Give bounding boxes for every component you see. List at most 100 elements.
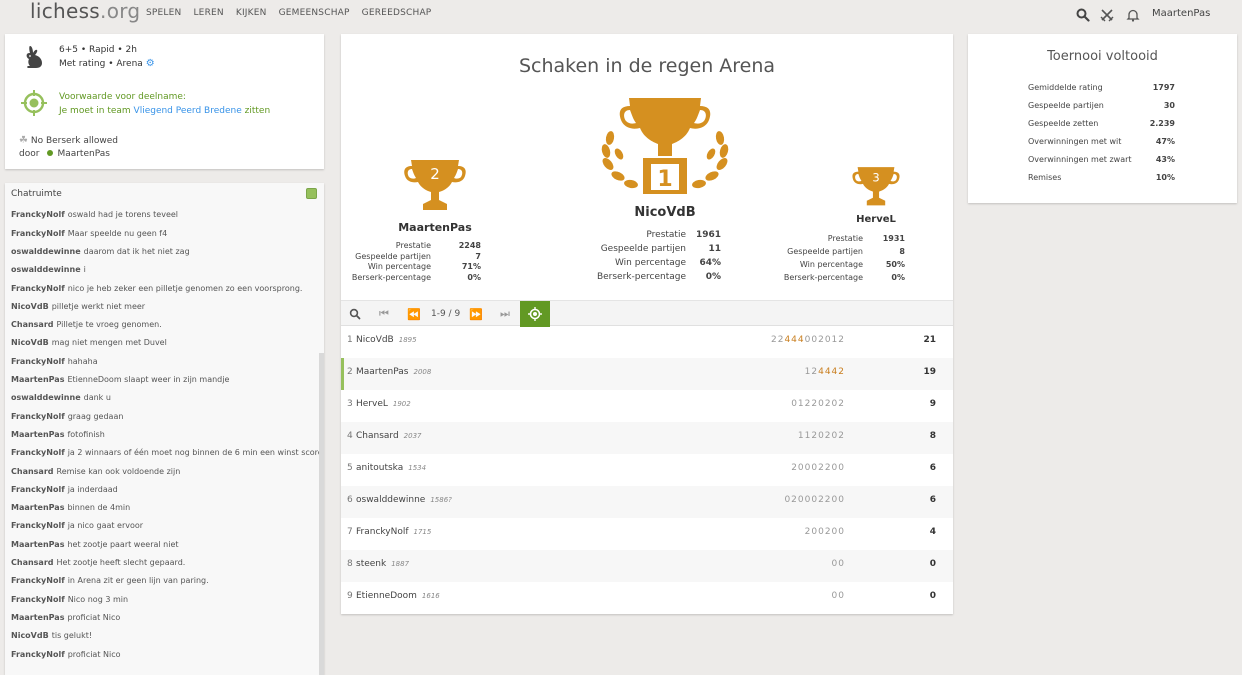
focus-me-button[interactable] [520,301,550,327]
chat-message-text: hahaha [67,356,98,366]
chat-message-user[interactable]: oswalddewinne [11,247,81,256]
nav-item-gereedschap[interactable]: GEREEDSCHAP [362,8,432,18]
row-player[interactable]: NicoVdB 1895 [356,335,417,345]
chat-message-user[interactable]: FranckyNolf [11,595,65,604]
chat-message-user[interactable]: FranckyNolf [11,229,65,238]
condition-text-prefix: Je moet in team [59,106,134,116]
table-row[interactable]: 1 NicoVdB 1895 22444002012 21 [341,326,953,358]
sheet-part: 020002200 [784,495,845,505]
nav-item-gemeenschap[interactable]: GEMEENSCHAP [279,8,350,18]
table-row[interactable]: 4 Chansard 2037 1120202 8 [341,422,953,454]
row-rank: 4 [347,431,353,441]
podium-3-name[interactable]: HerveL [826,214,926,225]
chat-message-user[interactable]: oswalddewinne [11,265,81,274]
first-page-icon[interactable]: ⏮ [373,301,395,327]
table-row[interactable]: 2 MaartenPas 2008 124442 19 [341,358,953,390]
last-page-icon[interactable]: ⏭ [494,301,516,327]
podium-1-name[interactable]: NicoVdB [605,205,725,220]
chat-message-user[interactable]: MaartenPas [11,613,64,622]
row-total-score: 21 [923,335,936,345]
swords-icon[interactable] [1100,8,1114,22]
chat-message: MaartenPas binnen de 4min [11,503,130,512]
chat-message-user[interactable]: FranckyNolf [11,448,65,457]
row-player[interactable]: FranckyNolf 1715 [356,527,431,537]
chat-message-user[interactable]: FranckyNolf [11,284,65,293]
podium-stat-label: Gespeelde partijen [787,247,863,256]
stats-title: Toernooi voltooid [1047,49,1158,64]
row-player[interactable]: oswalddewinne 1586? [356,495,452,505]
podium-stat-value: 64% [699,258,721,268]
chat-message-user[interactable]: oswalddewinne [11,393,81,402]
chat-message-user[interactable]: FranckyNolf [11,210,65,219]
row-player-name: MaartenPas [356,367,409,377]
row-player[interactable]: EtienneDoom 1616 [356,591,440,601]
pager-label: 1-9 / 9 [431,309,461,319]
table-row[interactable]: 8 steenk 1887 00 0 [341,550,953,582]
chat-message-text: fotofinish [67,429,105,439]
row-player[interactable]: steenk 1887 [356,559,409,569]
chat-message-user[interactable]: MaartenPas [11,430,64,439]
stats-label: Overwinningen met zwart [1028,155,1132,164]
search-icon[interactable] [1076,8,1090,22]
row-score-sheet: 00 [832,591,845,601]
chat-message-text: i [83,265,86,275]
chat-message-user[interactable]: Chansard [11,320,54,329]
row-player[interactable]: HerveL 1902 [356,399,411,409]
row-player-name: oswalddewinne [356,495,426,505]
row-player[interactable]: Chansard 2037 [356,431,422,441]
rabbit-icon [26,46,42,68]
row-player[interactable]: MaartenPas 2008 [356,367,431,377]
chat-message-user[interactable]: NicoVdB [11,338,49,347]
chat-message-user[interactable]: Chansard [11,558,54,567]
table-row[interactable]: 9 EtienneDoom 1616 00 0 [341,582,953,614]
table-row[interactable]: 5 anitoutska 1534 20002200 6 [341,454,953,486]
nav-item-leren[interactable]: LEREN [193,8,223,18]
chat-message-user[interactable]: MaartenPas [11,375,64,384]
chat-message-user[interactable]: MaartenPas [11,503,64,512]
row-player-rating: 2008 [413,368,432,376]
podium-2-name[interactable]: MaartenPas [385,221,485,234]
search-icon[interactable] [345,301,365,327]
chat-message-user[interactable]: NicoVdB [11,631,49,640]
chat-message-user[interactable]: FranckyNolf [11,485,65,494]
creator-user-link[interactable]: MaartenPas [57,149,110,159]
row-rank: 2 [347,367,353,377]
bell-icon[interactable] [1126,8,1140,22]
chat-message: MaartenPas proficiat Nico [11,613,120,622]
podium-stat-value: 7 [475,251,481,261]
nav-item-spelen[interactable]: SPELEN [146,8,181,18]
row-player-name: anitoutska [356,463,404,473]
chat-message-user[interactable]: FranckyNolf [11,412,65,421]
chat-message-user[interactable]: Chansard [11,467,54,476]
row-player[interactable]: anitoutska 1534 [356,463,426,473]
gear-icon[interactable]: ⚙ [146,58,155,69]
chat-messages[interactable]: oswalddewinnedat weren met zwart tegen j… [5,201,324,675]
chat-message-user[interactable]: NicoVdB [11,302,49,311]
table-row[interactable]: 6 oswalddewinne 1586? 020002200 6 [341,486,953,518]
chat-message-user[interactable]: FranckyNolf [11,357,65,366]
sheet-part: 002012 [804,335,845,345]
standings-toolbar: ⏮ ⏪ 1-9 / 9 ⏩ ⏭ [341,300,953,327]
stats-label: Overwinningen met wit [1028,137,1122,146]
main-nav: SPELEN LEREN KIJKEN GEMEENSCHAP GEREEDSC… [146,8,443,18]
tournament-clock-line: 6+5 • Rapid • 2h [59,45,137,55]
nav-item-kijken[interactable]: KIJKEN [236,8,267,18]
team-link[interactable]: Vliegend Peerd Bredene [134,106,242,116]
chat-scrollbar[interactable] [319,353,324,675]
chat-message-user[interactable]: FranckyNolf [11,521,65,530]
chat-message-user[interactable]: FranckyNolf [11,650,65,659]
chat-message-user[interactable]: FranckyNolf [11,576,65,585]
condition-label: Voorwaarde voor deelname: [59,92,186,102]
stats-value: 1797 [1152,83,1175,92]
next-page-icon[interactable]: ⏩ [465,301,487,327]
chat-message-user[interactable]: MaartenPas [11,540,64,549]
logo-main-text: lichess [30,0,101,23]
prev-page-icon[interactable]: ⏪ [403,301,425,327]
user-menu[interactable]: MaartenPas [1152,8,1210,19]
focus-me-icon [528,307,542,321]
table-row[interactable]: 3 HerveL 1902 01220202 9 [341,390,953,422]
table-row[interactable]: 7 FranckyNolf 1715 200200 4 [341,518,953,550]
site-logo[interactable]: lichess.org [30,0,140,23]
chat-message: FranckyNolf Nico nog 3 min [11,595,128,604]
chat-toggle-checkbox[interactable] [306,188,317,199]
